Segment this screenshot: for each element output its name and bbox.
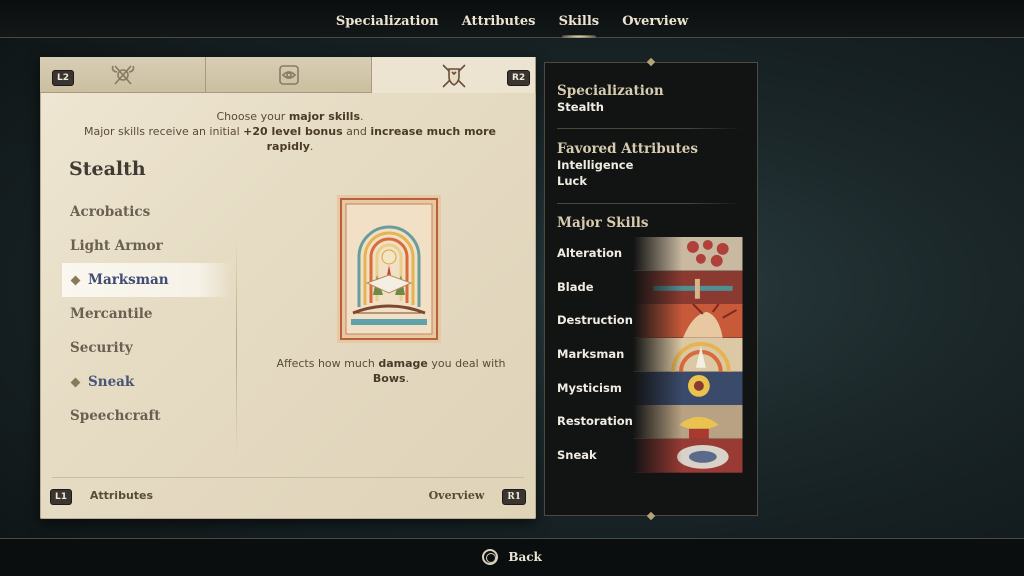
major-skill-name: Mysticism xyxy=(557,380,622,395)
mysticism-art-icon xyxy=(633,371,743,406)
skill-label: Marksman xyxy=(88,272,169,288)
skill-group-tabs: L2 R2 xyxy=(40,57,536,95)
r2-button-hint[interactable]: R2 xyxy=(507,70,531,86)
specialization-heading: Specialization xyxy=(557,83,664,99)
back-button[interactable]: Back xyxy=(0,549,1024,565)
marksman-card-illustration xyxy=(337,195,441,343)
favored-attributes-section: Favored Attributes Intelligence Luck xyxy=(557,141,745,189)
crossed-axes-icon xyxy=(111,65,134,85)
major-skill-row: Mysticism xyxy=(545,371,757,406)
tab-magic[interactable] xyxy=(206,57,372,93)
footer-prev[interactable]: L1 Attributes xyxy=(50,489,153,505)
major-skill-name: Restoration xyxy=(557,414,633,429)
top-nav-bar: Specialization Attributes Skills Overvie… xyxy=(0,0,1024,38)
major-skills-heading: Major Skills xyxy=(557,215,649,231)
major-skill-row: Sneak xyxy=(545,439,757,473)
skill-group-title: Stealth xyxy=(69,158,146,180)
major-skill-name: Alteration xyxy=(557,246,623,260)
major-skill-row: Restoration xyxy=(545,405,757,440)
skill-marksman[interactable]: Marksman xyxy=(62,263,232,297)
favored-attribute: Intelligence xyxy=(557,158,634,172)
major-skill-row: Marksman xyxy=(545,338,757,372)
instructions: Choose your major skills. Major skills r… xyxy=(83,110,496,153)
specialization-value: Stealth xyxy=(557,100,604,114)
major-skill-row: Blade xyxy=(545,270,757,305)
footer-prev-label: Attributes xyxy=(89,489,154,502)
nav-overview[interactable]: Overview xyxy=(622,14,688,29)
major-skills-list: Alteration Blade Destruction Marksman My… xyxy=(545,237,757,473)
restoration-art-icon xyxy=(633,405,743,440)
skill-security[interactable]: Security xyxy=(62,331,232,365)
selected-diamond-icon xyxy=(70,275,81,286)
skill-speechcraft[interactable]: Speechcraft xyxy=(62,399,232,433)
major-skills-heading-wrap: Major Skills xyxy=(557,215,745,231)
circle-button-icon xyxy=(482,549,499,565)
skill-mercantile[interactable]: Mercantile xyxy=(62,297,232,331)
major-skill-row: Alteration xyxy=(545,237,757,271)
major-skill-name: Sneak xyxy=(557,448,597,463)
separator xyxy=(557,128,743,129)
specialization-section: Specialization Stealth xyxy=(557,83,745,115)
sneak-art-icon xyxy=(633,439,743,473)
favored-attributes-heading: Favored Attributes xyxy=(557,141,698,157)
panel-ornament-top xyxy=(646,57,656,67)
major-skill-name: Destruction xyxy=(557,313,633,328)
eye-tablet-icon xyxy=(278,65,299,85)
major-skill-name: Marksman xyxy=(557,347,625,362)
class-summary-panel: Specialization Stealth Favored Attribute… xyxy=(544,57,758,521)
r1-button-hint[interactable]: R1 xyxy=(502,489,526,505)
nav-attributes[interactable]: Attributes xyxy=(462,14,536,29)
skill-acrobatics[interactable]: Acrobatics xyxy=(62,195,232,229)
l2-button-hint[interactable]: L2 xyxy=(52,70,74,86)
divider xyxy=(236,237,237,457)
l1-button-hint[interactable]: L1 xyxy=(50,489,72,505)
panel-ornament-bottom xyxy=(646,511,656,521)
skill-sneak[interactable]: Sneak xyxy=(62,365,232,399)
alteration-art-icon xyxy=(633,237,743,271)
back-label: Back xyxy=(508,550,542,564)
skills-panel: L2 R2 Choose your major skills. Major sk… xyxy=(40,57,536,519)
skill-description: Affects how much damage you deal with Bo… xyxy=(276,357,506,385)
separator xyxy=(557,203,743,204)
skill-list: Acrobatics Light Armor Marksman Mercanti… xyxy=(62,195,232,433)
marksman-art-icon xyxy=(633,338,743,372)
bottom-bar: Back xyxy=(0,538,1024,576)
shield-swords-icon xyxy=(441,64,466,88)
nav-specialization[interactable]: Specialization xyxy=(336,14,439,29)
selected-diamond-icon xyxy=(70,377,81,388)
destruction-art-icon xyxy=(633,304,743,339)
favored-attribute: Luck xyxy=(557,174,587,188)
footer-divider xyxy=(52,477,524,478)
skill-label: Sneak xyxy=(88,374,135,390)
top-nav: Specialization Attributes Skills Overvie… xyxy=(0,10,1024,38)
footer-next-label: Overview xyxy=(428,489,485,502)
nav-skills[interactable]: Skills xyxy=(559,14,600,38)
major-skill-name: Blade xyxy=(557,279,594,294)
skill-light-armor[interactable]: Light Armor xyxy=(62,229,232,263)
footer-next[interactable]: Overview R1 xyxy=(429,489,526,505)
major-skill-row: Destruction xyxy=(545,304,757,339)
blade-art-icon xyxy=(633,270,743,305)
